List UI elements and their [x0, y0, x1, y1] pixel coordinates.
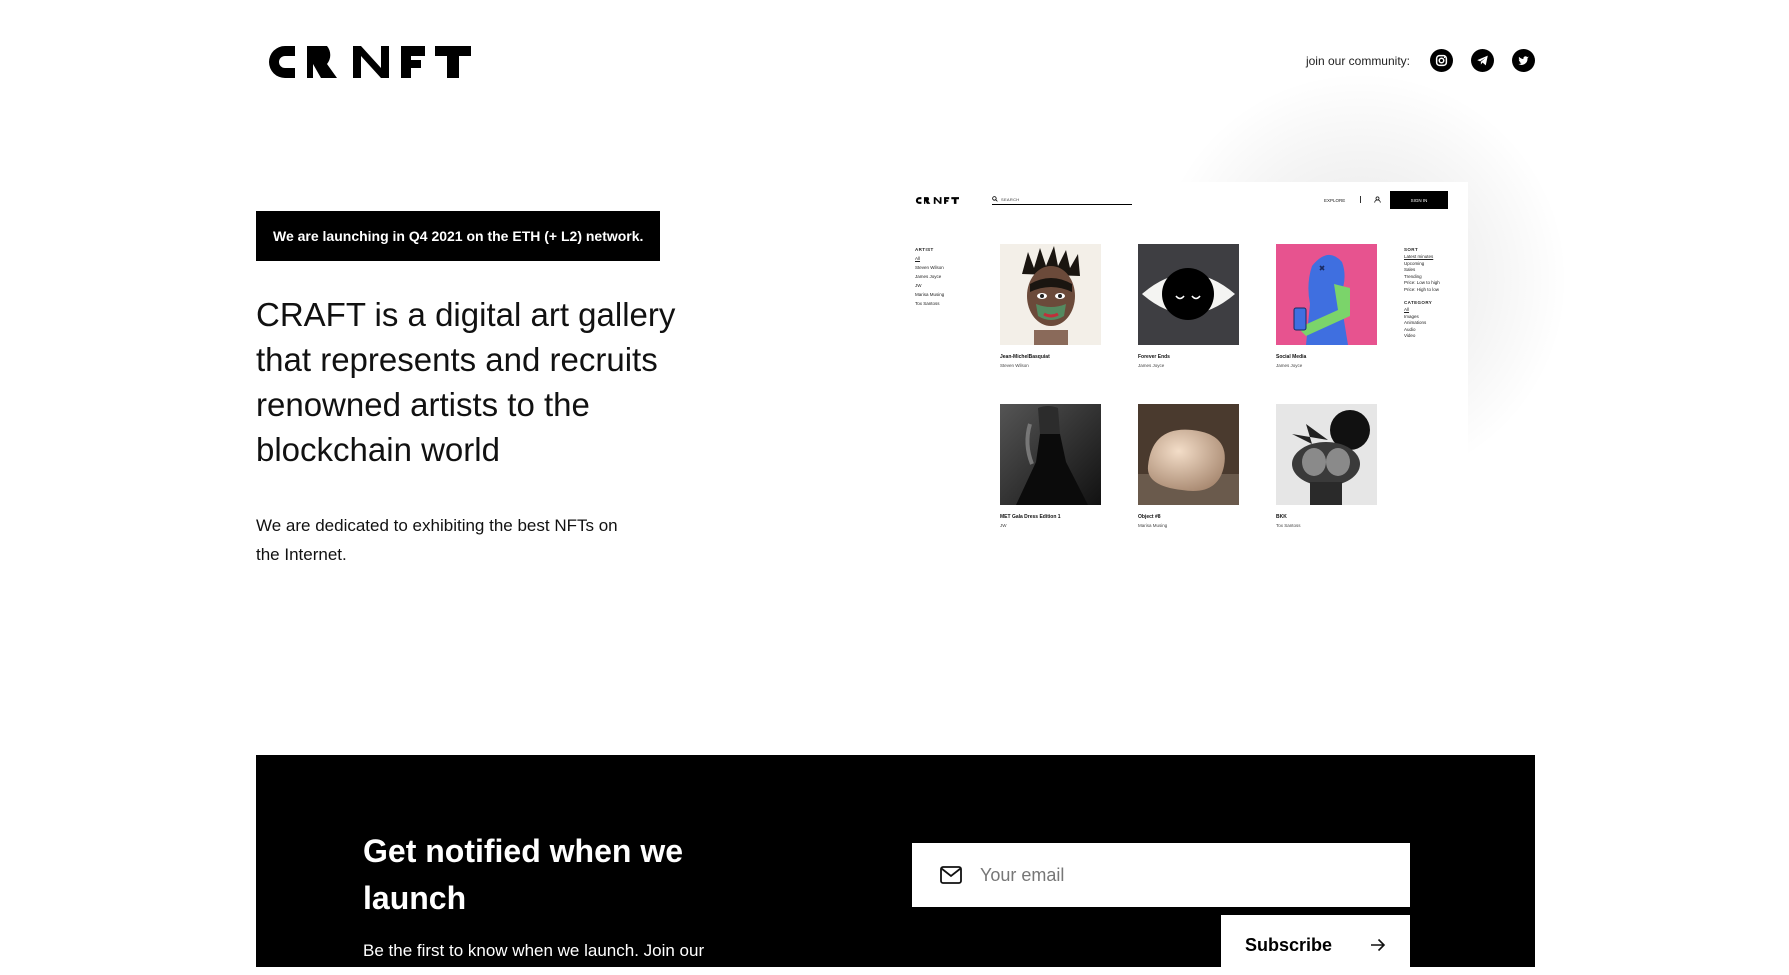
artwork-card: BKK Tox Santoss — [1276, 404, 1377, 528]
craft-logo-mark — [269, 46, 471, 78]
category-item: Video — [1404, 333, 1416, 338]
mockup-search: SEARCH — [992, 194, 1132, 205]
artwork-title: Forever Ends — [1138, 354, 1170, 360]
artwork-card: Object #8 Marisa Musing — [1138, 404, 1239, 528]
artwork-object-image — [1138, 404, 1239, 505]
artist-item: Marisa Musing — [915, 292, 945, 297]
artwork-artist: Steven Wilson — [1000, 363, 1029, 368]
mockup-logo — [915, 197, 959, 204]
hero-headline: CRAFT is a digital art gallery that repr… — [256, 296, 676, 468]
arrow-right-icon — [1371, 938, 1386, 952]
artwork-card: Jean-MichelBasquiat Steven Wilson — [1000, 244, 1101, 368]
mail-icon — [940, 866, 962, 884]
artwork-eye-image — [1138, 244, 1239, 345]
artwork-social-media-image — [1276, 244, 1377, 345]
hero-subtext: We are dedicated to exhibiting the best … — [256, 516, 618, 564]
artwork-title: Social Media — [1276, 354, 1307, 360]
artwork-portrait-image — [1000, 244, 1101, 345]
subscribe-label: Subscribe — [1245, 934, 1333, 955]
community-links: join our community: — [1306, 49, 1535, 72]
mockup-search-placeholder: SEARCH — [1001, 196, 1020, 202]
instagram-icon[interactable] — [1430, 49, 1453, 72]
search-icon — [992, 196, 998, 202]
subscribe-button[interactable]: Subscribe — [1221, 915, 1410, 975]
artwork-bkk-image — [1276, 404, 1377, 505]
user-icon — [1374, 196, 1381, 203]
artist-item: Steven Wilson — [915, 265, 944, 270]
artwork-artist: James Joyce — [1276, 363, 1303, 368]
artwork-title: Object #8 — [1138, 514, 1161, 520]
artwork-card: Forever Ends James Joyce — [1138, 244, 1239, 368]
gallery-mockup: SEARCH EXPLORE SIGN IN ARTIST All Steven… — [900, 182, 1468, 542]
artwork-artist: Tox Santoss — [1276, 523, 1301, 528]
artist-heading: ARTIST — [915, 247, 934, 252]
artist-item: All — [915, 256, 921, 261]
mockup-artist-filter: ARTIST All Steven Wilson James Joyce JW … — [915, 245, 944, 308]
artwork-artist: James Joyce — [1138, 363, 1165, 368]
category-heading: CATEGORY — [1404, 300, 1433, 305]
community-label: join our community: — [1305, 53, 1410, 68]
artwork-artist: JW — [1000, 523, 1007, 528]
email-field[interactable] — [912, 843, 1410, 907]
mockup-sort-filter: SORT Latest minutes Upcoming Sales Trend… — [1404, 245, 1440, 340]
notify-title: Get notified when we launch — [363, 833, 684, 916]
email-input[interactable] — [978, 863, 1362, 887]
artwork-artist: Marisa Musing — [1138, 523, 1168, 528]
notify-description: Be the first to know when we launch. Joi… — [363, 941, 705, 960]
artwork-title: BKK — [1276, 514, 1287, 520]
artwork-title: Jean-MichelBasquiat — [1000, 354, 1050, 360]
artwork-dress-image — [1000, 404, 1101, 505]
sort-heading: SORT — [1404, 247, 1419, 252]
twitter-icon[interactable] — [1512, 49, 1535, 72]
mockup-explore: EXPLORE — [1324, 198, 1346, 203]
artist-item: James Joyce — [915, 274, 942, 279]
telegram-icon[interactable] — [1471, 49, 1494, 72]
artist-item: Tox Santoss — [915, 301, 940, 306]
artwork-card: MET Gala Dress Edition 1 JW — [1000, 404, 1101, 528]
sort-item: Price: Low to high — [1404, 280, 1440, 285]
artwork-card: Social Media James Joyce — [1276, 244, 1377, 368]
mockup-sign-in: SIGN IN — [1390, 191, 1448, 209]
craft-logo[interactable] — [265, 42, 471, 82]
launch-badge: We are launching in Q4 2021 on the ETH (… — [256, 211, 661, 261]
artist-item: JW — [915, 283, 922, 288]
notify-panel: Get notified when we launch Be the first… — [256, 755, 1535, 975]
sort-item: Price: High to low — [1404, 286, 1440, 292]
artwork-title: MET Gala Dress Edition 1 — [1000, 514, 1061, 520]
mockup-divider — [1360, 196, 1361, 203]
